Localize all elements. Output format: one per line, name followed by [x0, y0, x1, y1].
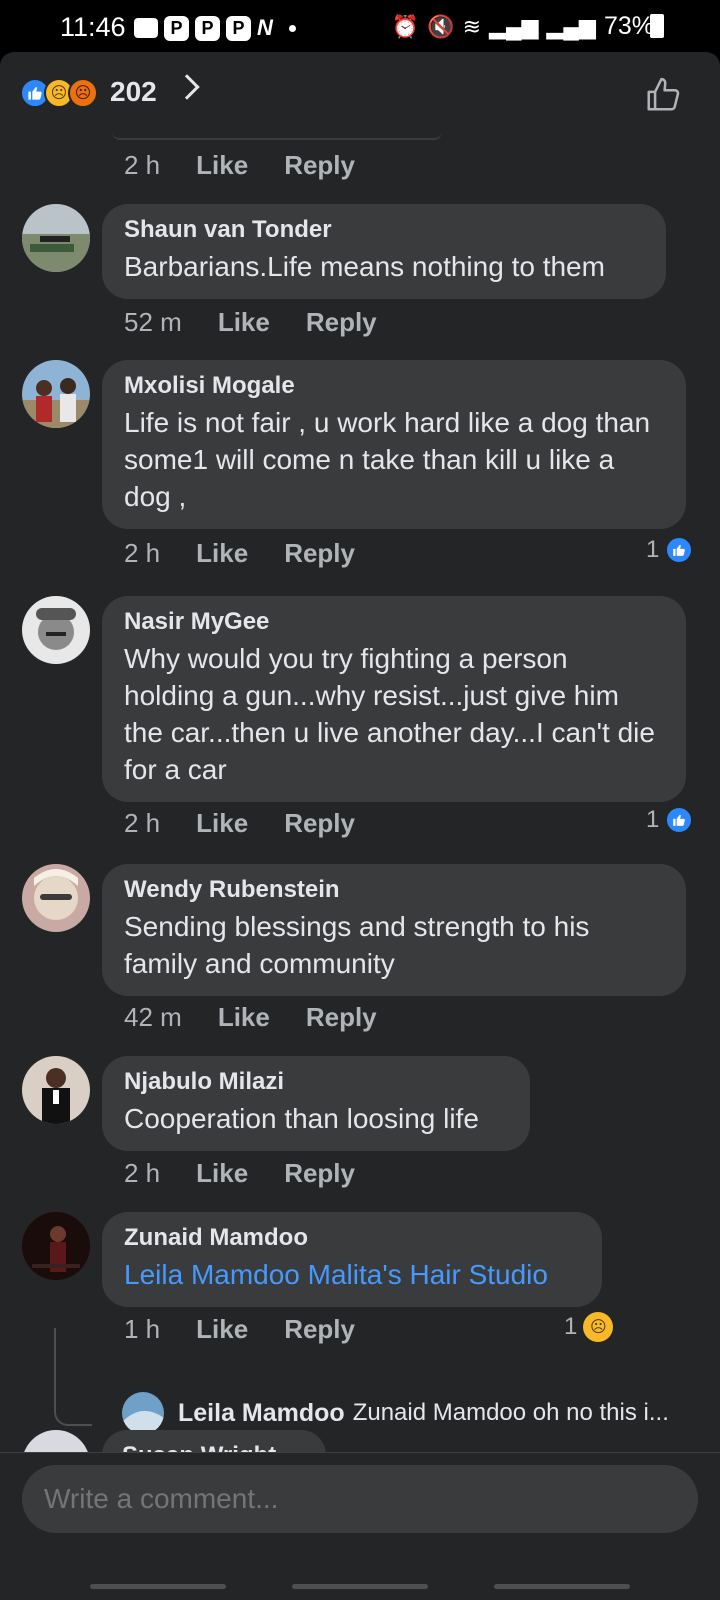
- comment-text: Barbarians.Life means nothing to them: [124, 251, 605, 282]
- comment-actions: 52 m Like Reply: [124, 307, 413, 338]
- comment-actions: 2 h Like Reply: [124, 1158, 391, 1189]
- like-button[interactable]: Like: [196, 538, 248, 569]
- commenter-name[interactable]: Mxolisi Mogale: [124, 372, 664, 400]
- comment-reaction-count[interactable]: 1 ☹: [564, 1312, 614, 1342]
- avatar[interactable]: [22, 360, 90, 428]
- reaction-count: 202: [110, 76, 157, 107]
- reaction-count-value: 1: [564, 1313, 578, 1340]
- comment-reaction-count[interactable]: 1: [646, 806, 694, 834]
- comment-actions: 42 m Like Reply: [124, 1002, 413, 1033]
- comment-text: Life is not fair , u work hard like a do…: [124, 407, 651, 512]
- comment-actions: 2 h Like Reply: [124, 538, 391, 569]
- comment-bubble[interactable]: Mxolisi Mogale Life is not fair , u work…: [102, 360, 686, 529]
- nav-recents-handle[interactable]: [494, 1584, 630, 1589]
- comment-bubble[interactable]: Njabulo Milazi Cooperation than loosing …: [102, 1056, 530, 1151]
- avatar[interactable]: [122, 1392, 164, 1434]
- comment-time: 52 m: [124, 307, 182, 337]
- comment-text: Why would you try fighting a person hold…: [124, 643, 655, 785]
- avatar[interactable]: [22, 596, 90, 664]
- chevron-right-icon[interactable]: [174, 74, 200, 100]
- reaction-count-value: 1: [646, 536, 660, 563]
- previous-comment-bubble-edge: [112, 132, 442, 140]
- comments-screen: ☹ ☹ 202 2 h Like Reply Shaun van Tonder …: [0, 52, 720, 1600]
- comment-time: 2 h: [124, 150, 161, 180]
- clock: 11:46: [60, 12, 126, 42]
- battery-percent: 73%: [603, 12, 654, 40]
- like-button[interactable]: Like: [218, 1002, 270, 1033]
- tagged-names-link[interactable]: Leila Mamdoo Malita's Hair Studio: [124, 1256, 580, 1293]
- sad-icon: ☹: [583, 1312, 614, 1342]
- comment-time: 2 h: [124, 538, 161, 568]
- reply-preview[interactable]: Leila Mamdoo Zunaid Mamdoo oh no this i.…: [122, 1392, 669, 1434]
- reply-text: Zunaid Mamdoo oh no this i...: [352, 1399, 669, 1426]
- commenter-name[interactable]: Shaun van Tonder: [124, 216, 644, 244]
- chat-icon: [134, 18, 158, 38]
- nav-home-handle[interactable]: [292, 1584, 428, 1589]
- comment-input[interactable]: [22, 1465, 698, 1533]
- reply-button[interactable]: Reply: [306, 1002, 377, 1033]
- comment-bubble[interactable]: Shaun van Tonder Barbarians.Life means n…: [102, 204, 666, 299]
- comment-reaction-count[interactable]: 1: [646, 536, 694, 564]
- like-button[interactable]: Like: [196, 1314, 248, 1345]
- reply-button[interactable]: Reply: [284, 1158, 355, 1189]
- reply-author-name[interactable]: Leila Mamdoo: [178, 1399, 345, 1428]
- reaction-icons: ☹ ☹: [20, 78, 98, 108]
- notification-icons: P P P N: [134, 15, 296, 41]
- p-app-icon: P: [164, 15, 189, 41]
- comment-bubble[interactable]: Zunaid Mamdoo Leila Mamdoo Malita's Hair…: [102, 1212, 602, 1307]
- comment-bubble[interactable]: Wendy Rubenstein Sending blessings and s…: [102, 864, 686, 996]
- signal-icon: ▂▄▆: [546, 13, 596, 39]
- reaction-count-value: 1: [646, 806, 660, 833]
- reactions-header[interactable]: ☹ ☹ 202: [0, 52, 720, 136]
- angry-icon: ☹: [68, 78, 98, 108]
- reply-button[interactable]: Reply: [284, 1314, 355, 1345]
- more-notifications-dot: [288, 24, 296, 32]
- comment-time: 2 h: [124, 1158, 161, 1188]
- mute-icon: 🔇: [427, 13, 455, 39]
- nav-back-handle[interactable]: [90, 1584, 226, 1589]
- navigation-bar: [0, 1560, 720, 1600]
- comment-actions: 2 h Like Reply: [124, 150, 391, 181]
- n-app-icon: N: [257, 15, 273, 40]
- comment-actions: 1 h Like Reply: [124, 1314, 391, 1345]
- reply-button[interactable]: Reply: [284, 538, 355, 569]
- thumbs-up-icon[interactable]: [644, 76, 682, 114]
- avatar[interactable]: [22, 864, 90, 932]
- p-app-icon: P: [195, 15, 220, 41]
- comment-time: 2 h: [124, 808, 161, 838]
- alarm-icon: ⏰: [391, 13, 420, 39]
- commenter-name[interactable]: Njabulo Milazi: [124, 1068, 508, 1096]
- commenter-name[interactable]: Nasir MyGee: [124, 608, 664, 636]
- wifi-icon: ≋: [462, 13, 482, 39]
- like-button[interactable]: Like: [196, 150, 248, 181]
- commenter-name[interactable]: Wendy Rubenstein: [124, 876, 664, 904]
- battery-icon: [650, 14, 664, 38]
- like-icon: [665, 806, 694, 834]
- commenter-name[interactable]: Zunaid Mamdoo: [124, 1224, 580, 1252]
- thread-connector: [54, 1328, 92, 1426]
- avatar[interactable]: [22, 1212, 90, 1280]
- system-icons: ⏰ 🔇 ≋ ▂▄▆ ▂▄▆ 73%: [392, 12, 654, 41]
- comment-actions: 2 h Like Reply: [124, 808, 391, 839]
- signal-icon: ▂▄▆: [489, 13, 539, 39]
- like-button[interactable]: Like: [218, 307, 270, 338]
- status-bar: 11:46 P P P N ⏰ 🔇 ≋ ▂▄▆ ▂▄▆ 73%: [0, 0, 720, 52]
- comment-bubble[interactable]: Nasir MyGee Why would you try fighting a…: [102, 596, 686, 802]
- p-app-icon: P: [226, 15, 251, 41]
- reply-button[interactable]: Reply: [306, 307, 377, 338]
- avatar[interactable]: [22, 1056, 90, 1124]
- comment-text: Sending blessings and strength to his fa…: [124, 911, 590, 979]
- like-button[interactable]: Like: [196, 1158, 248, 1189]
- like-icon: [665, 536, 694, 564]
- comment-text: Cooperation than loosing life: [124, 1103, 479, 1134]
- comment-time: 42 m: [124, 1002, 182, 1032]
- comment-time: 1 h: [124, 1314, 161, 1344]
- reply-button[interactable]: Reply: [284, 150, 355, 181]
- reply-button[interactable]: Reply: [284, 808, 355, 839]
- like-button[interactable]: Like: [196, 808, 248, 839]
- avatar[interactable]: [22, 204, 90, 272]
